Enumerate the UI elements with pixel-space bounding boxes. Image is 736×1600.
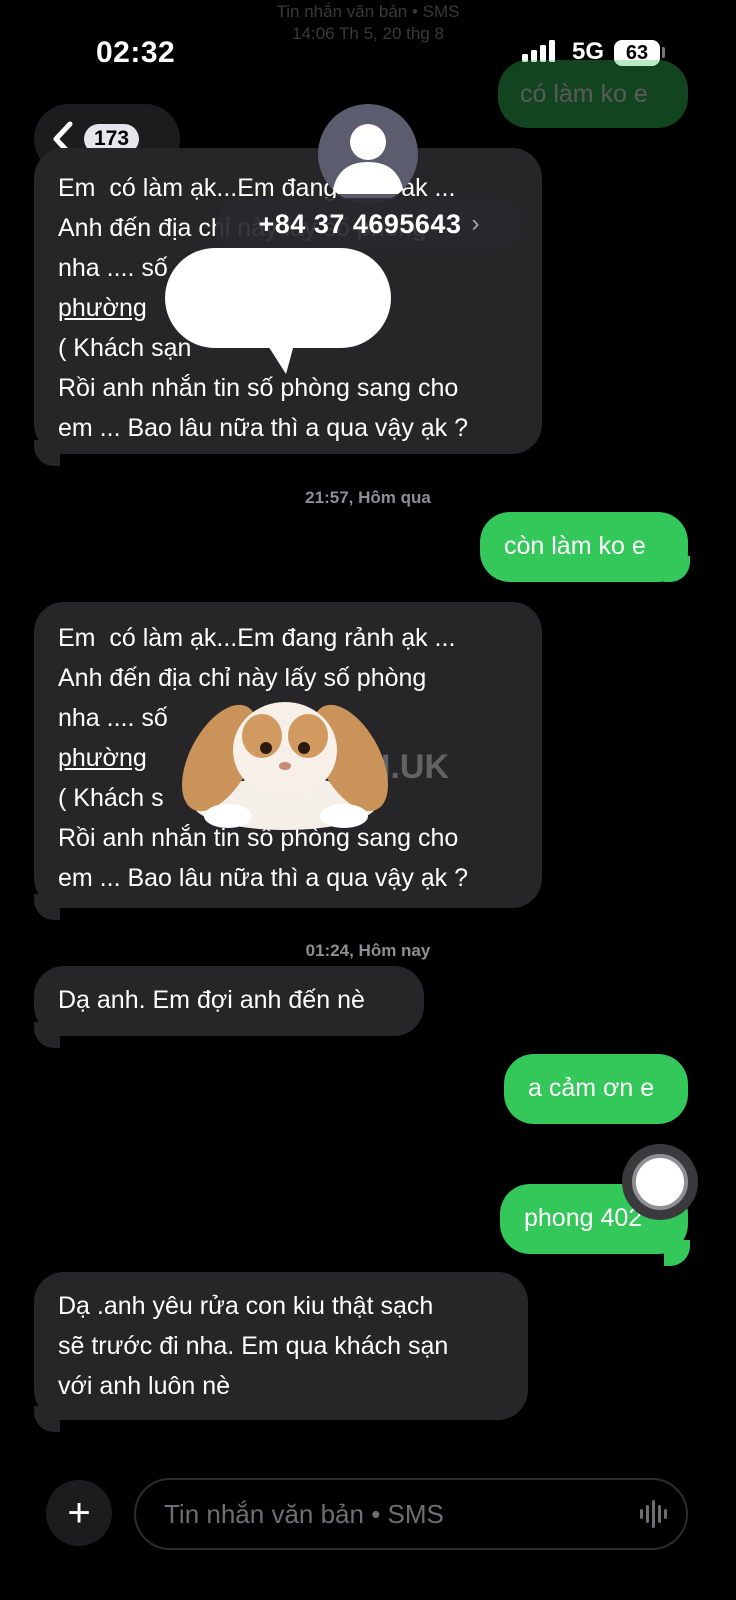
bubble-tail: [34, 894, 60, 920]
message-line: với anh luôn nè: [58, 1372, 231, 1400]
message-text: có làm ko e: [520, 80, 648, 108]
header-subtitle: Tin nhắn văn bản • SMS: [276, 2, 460, 21]
person-icon: [332, 124, 404, 194]
message-bubble-outgoing[interactable]: còn làm ko e: [480, 512, 688, 582]
message-input-placeholder: Tin nhắn văn bản • SMS: [164, 1498, 444, 1529]
cellular-signal-icon: [522, 40, 555, 62]
bubble-tail: [664, 1240, 690, 1266]
message-line: Em có làm ạk...Em đang rảnh ạk ...: [58, 624, 456, 652]
message-bubble-incoming[interactable]: Dạ anh. Em đợi anh đến nè: [34, 966, 424, 1036]
message-text: còn làm ko e: [504, 532, 646, 560]
timestamp: 21:57, Hôm qua: [305, 488, 431, 507]
status-time: 02:32: [96, 36, 176, 69]
message-input[interactable]: Tin nhắn văn bản • SMS: [134, 1478, 688, 1550]
message-text: a cảm ơn e: [528, 1074, 655, 1102]
plus-icon: +: [67, 1491, 91, 1535]
bubble-tail: [34, 1022, 60, 1048]
bubble-tail: [34, 440, 60, 466]
bubble-tail: [34, 1406, 60, 1432]
screen-record-button[interactable]: [622, 1144, 698, 1220]
record-button-icon: [632, 1154, 688, 1210]
contact-avatar[interactable]: [318, 104, 418, 204]
battery-tip: [662, 47, 665, 58]
bunny-sticker: [182, 702, 388, 830]
contact-number: +84 37 4695643: [258, 208, 462, 239]
message-bubble-incoming[interactable]: Dạ .anh yêu rửa con kiu thật sạch sẽ trư…: [34, 1272, 528, 1420]
message-line: em ... Bao lâu nữa thì a qua vậy ạk ?: [58, 864, 469, 892]
message-bubble-outgoing[interactable]: a cảm ơn e: [504, 1054, 688, 1124]
timestamp: 01:24, Hôm nay: [305, 941, 431, 960]
contact-number-button[interactable]: +84 37 4695643 ›: [216, 198, 522, 250]
message-line: Dạ .anh yêu rửa con kiu thật sạch: [58, 1292, 434, 1320]
add-attachment-button[interactable]: +: [46, 1480, 112, 1546]
chevron-right-icon: ›: [471, 210, 480, 237]
message-text: Dạ anh. Em đợi anh đến nè: [58, 986, 365, 1014]
waveform-icon[interactable]: [640, 1498, 667, 1530]
message-line: em ... Bao lâu nữa thì a qua vậy ạk ?: [58, 414, 469, 442]
message-bubble-outgoing[interactable]: có làm ko e: [498, 60, 688, 128]
message-line: Rồi anh nhắn tin số phòng sang cho: [58, 374, 459, 402]
bubble-tail: [664, 556, 690, 582]
message-line: sẽ trước đi nha. Em qua khách sạn: [58, 1332, 449, 1360]
